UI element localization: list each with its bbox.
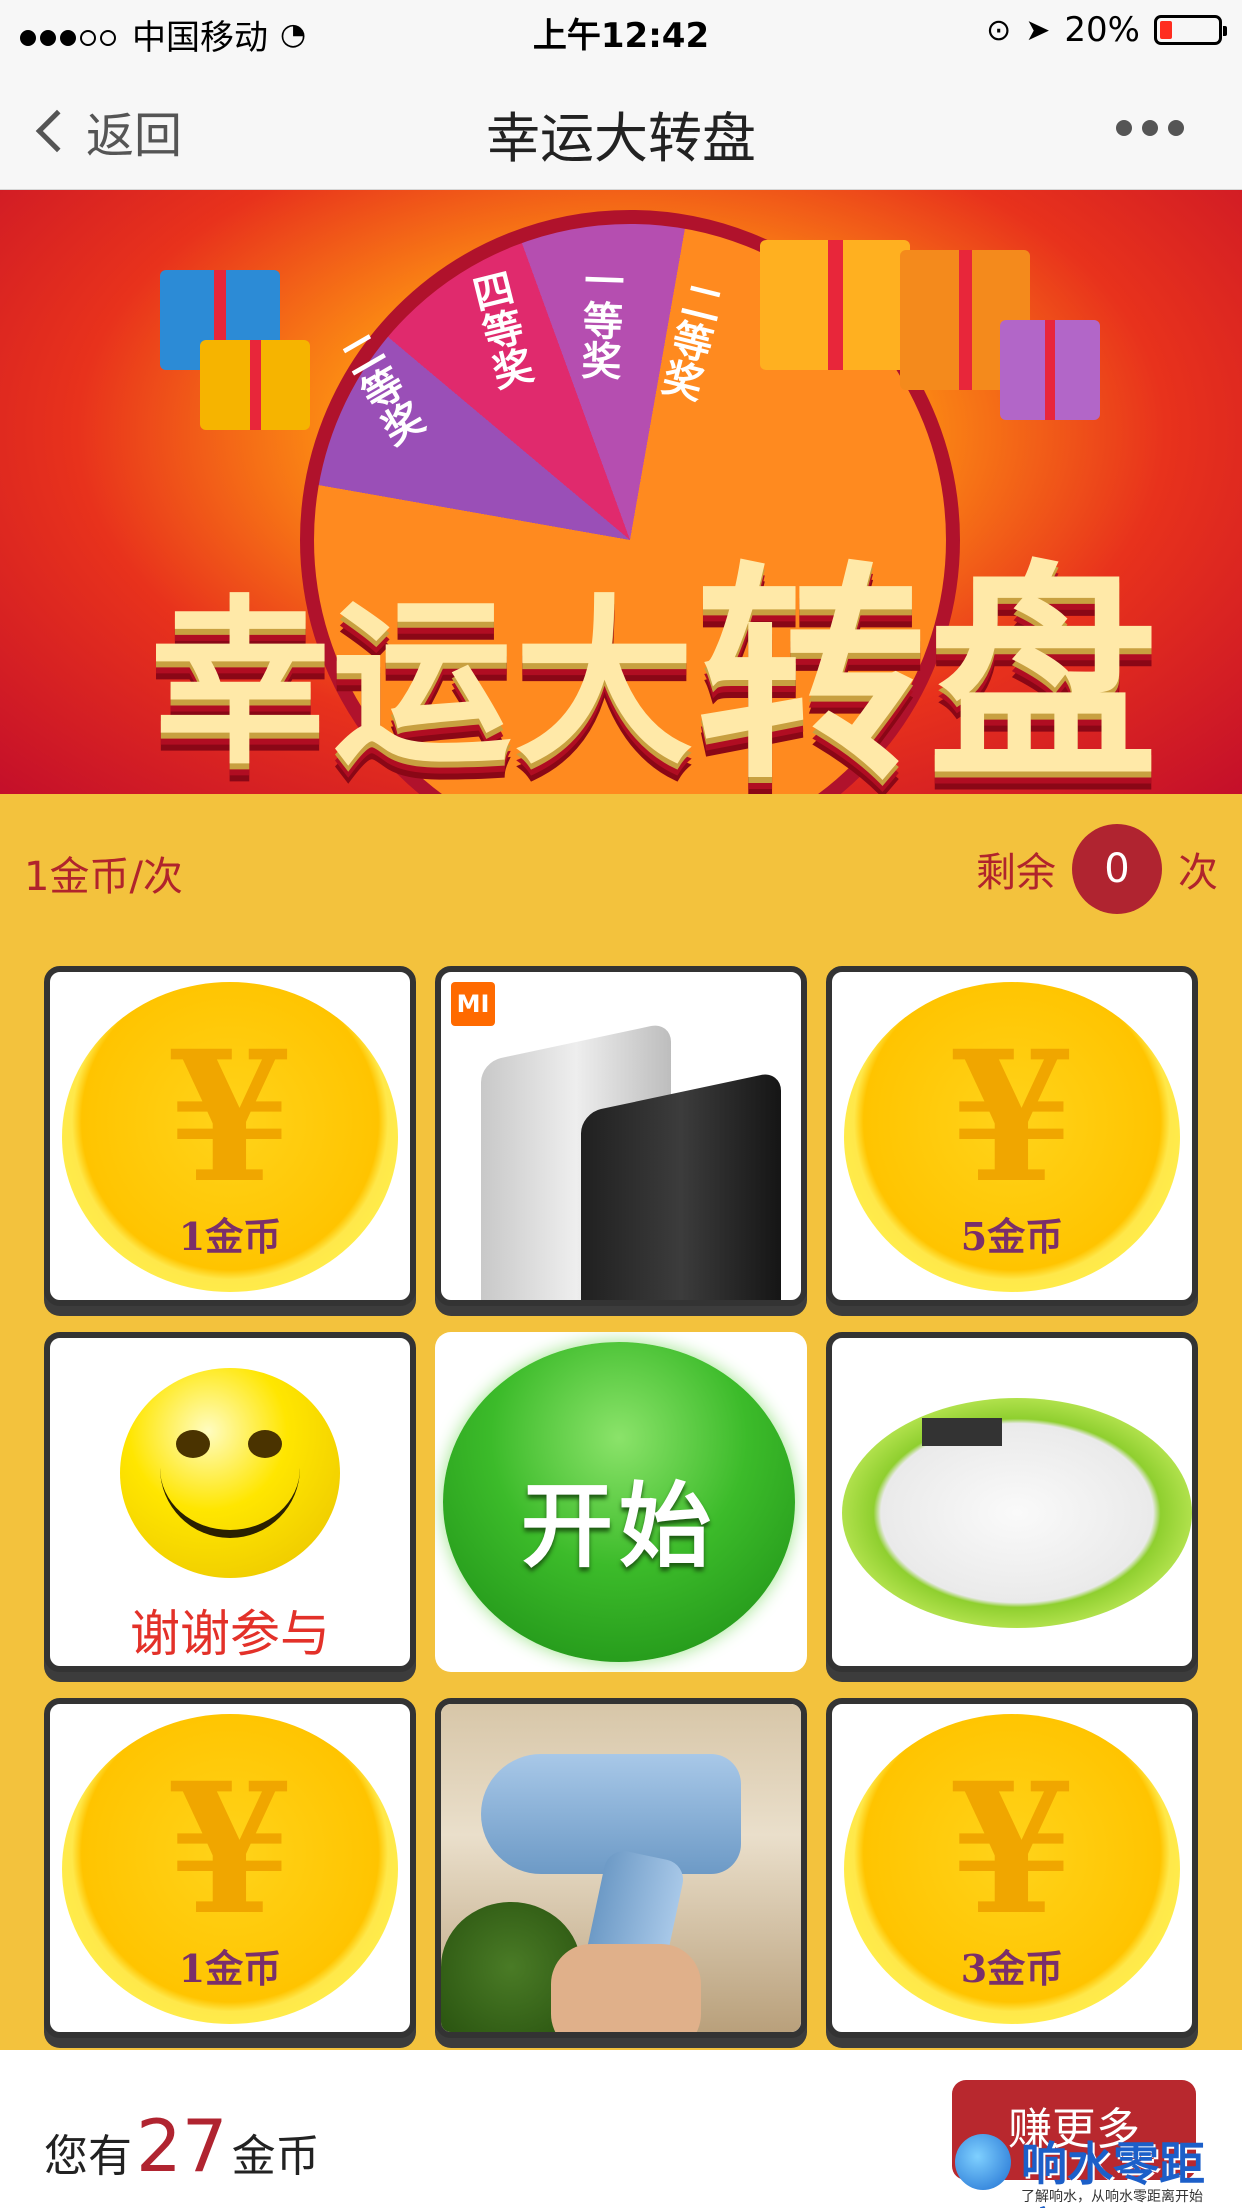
page-title: 幸运大转盘 xyxy=(486,107,756,170)
thanks-label: 谢谢参与 xyxy=(130,1605,330,1663)
banner-headline: 幸运大转盘 xyxy=(150,541,1161,794)
draw-info: 1金币/次 剩余 0 次 xyxy=(0,794,1242,944)
prize-label: 1金币 xyxy=(178,1946,282,1991)
start-button[interactable]: 开始 xyxy=(435,1332,807,1672)
watermark-logo-icon xyxy=(955,2134,1011,2190)
site-watermark: 响水零距离网 了解响水，从响水零距离开始 xyxy=(955,2128,1242,2208)
gift-box-icon xyxy=(200,340,310,430)
prize-cell-coin-1: ¥1金币 xyxy=(44,966,416,1306)
start-label: 开始 xyxy=(520,1473,717,1580)
prize-cell-scale xyxy=(826,1332,1198,1672)
gold-coin-icon: ¥5金币 xyxy=(844,982,1180,1292)
status-bar: 中国移动 ◔ 上午12:42 ⊙ ➤ 20% xyxy=(0,0,1242,62)
footer-bar: 您有 27 金币 赚更多 响水零距离网 了解响水，从响水零距离开始 xyxy=(0,2050,1242,2208)
prize-cell-hair-dryer xyxy=(435,1698,807,2038)
gold-coin-icon: ¥1金币 xyxy=(62,982,398,1292)
location-icon: ➤ xyxy=(1025,12,1051,48)
remaining-draws: 剩余 0 次 xyxy=(976,824,1218,914)
battery-percent: 20% xyxy=(1064,10,1140,50)
wheel-label: 一等奖 xyxy=(573,259,625,381)
smiley-face-icon xyxy=(120,1368,340,1578)
watermark-subtitle: 了解响水，从响水零距离开始 xyxy=(1021,2189,1203,2205)
gold-coin-icon: ¥1金币 xyxy=(62,1714,398,2024)
remain-count-badge: 0 xyxy=(1072,824,1162,914)
prize-label: 1金币 xyxy=(178,1214,282,1259)
rotation-lock-icon: ⊙ xyxy=(986,12,1012,48)
gift-box-icon xyxy=(760,240,910,370)
prize-cell-coin-1b: ¥1金币 xyxy=(44,1698,416,2038)
battery-icon xyxy=(1154,15,1227,45)
start-button-graphic[interactable]: 开始 xyxy=(443,1342,795,1662)
prize-cell-coin-5: ¥5金币 xyxy=(826,966,1198,1306)
remain-unit: 次 xyxy=(1178,850,1218,896)
bathroom-scale-image xyxy=(842,1398,1192,1628)
coin-suffix: 金币 xyxy=(231,2131,320,2182)
remain-label: 剩余 xyxy=(976,850,1056,896)
mi-logo: MI xyxy=(451,982,495,1026)
more-menu-icon[interactable] xyxy=(1116,120,1184,136)
gift-box-icon xyxy=(1000,320,1100,420)
coin-balance: 您有 27 金币 xyxy=(44,2104,320,2188)
prize-label: 5金币 xyxy=(960,1214,1064,1259)
prize-cell-coin-3: ¥3金币 xyxy=(826,1698,1198,2038)
cost-per-draw: 1金币/次 xyxy=(24,854,183,900)
banner: 二等奖 四等奖 一等奖 二等奖 幸运大转盘 xyxy=(0,190,1242,794)
prize-cell-power-bank: MI xyxy=(435,966,807,1306)
coin-prefix: 您有 xyxy=(44,2131,132,2182)
prize-label: 3金币 xyxy=(960,1946,1064,1991)
coin-count: 27 xyxy=(136,2104,228,2188)
prize-cell-thanks: 谢谢参与 xyxy=(44,1332,416,1672)
power-bank-image xyxy=(581,1070,781,1300)
nav-bar: 返回 幸运大转盘 xyxy=(0,62,1242,190)
gold-coin-icon: ¥3金币 xyxy=(844,1714,1180,2024)
